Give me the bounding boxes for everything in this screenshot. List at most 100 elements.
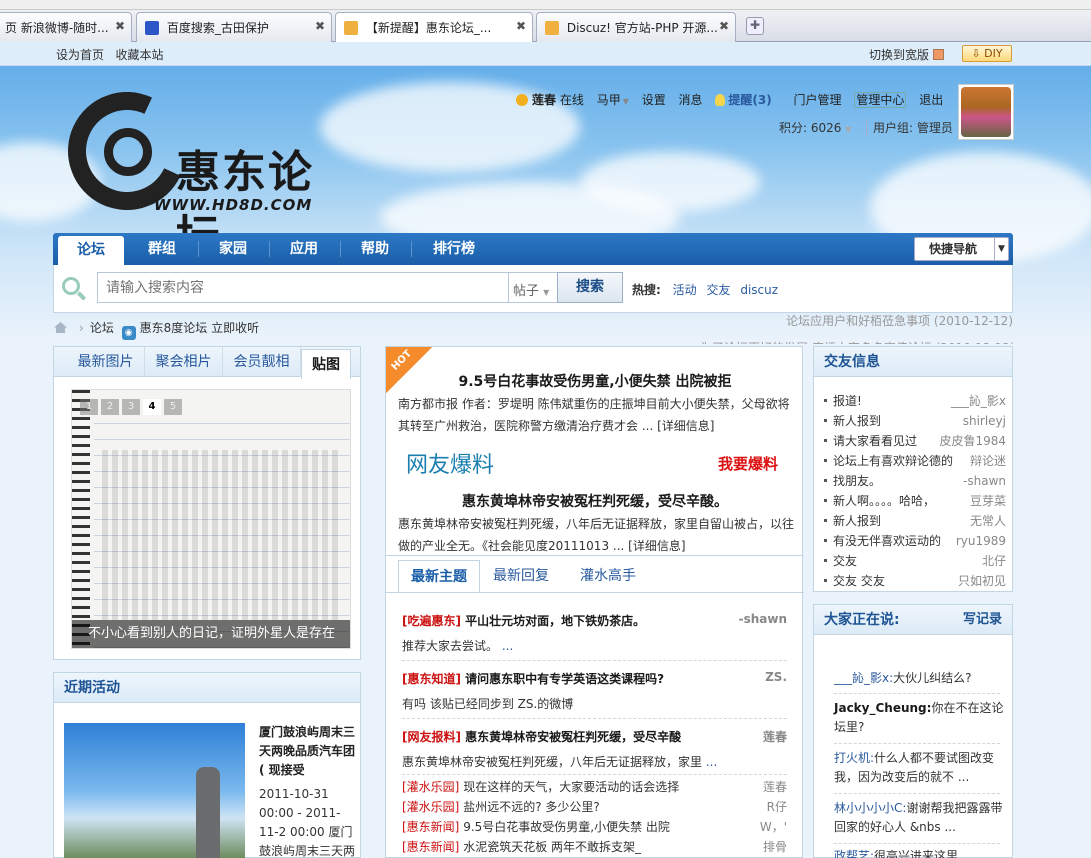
nav-item-apps[interactable]: 应用 (271, 233, 337, 265)
tab-latest-replies[interactable]: 最新回复 (480, 560, 562, 592)
friends-item[interactable]: 交友 北仔 (824, 551, 1006, 571)
thread-author[interactable]: ZS. (765, 670, 787, 684)
headline-1[interactable]: 9.5号白花事故受伤男童,小便失禁 出院被拒 (386, 371, 804, 391)
friends-author[interactable]: shirleyj (963, 411, 1006, 431)
hot-search-link[interactable]: 活动 (673, 283, 697, 297)
friends-author[interactable]: 无常人 (970, 511, 1006, 531)
quick-nav-button[interactable]: 快捷导航 ▼ (914, 237, 1009, 261)
logout-link[interactable]: 退出 (919, 93, 943, 107)
breadcrumb-forum[interactable]: 论坛 (90, 321, 114, 335)
doing-author[interactable]: 林小小小小C: (834, 801, 906, 815)
more-link[interactable]: ... (706, 755, 717, 769)
doing-author[interactable]: ___訫_影x: (834, 671, 893, 685)
activity-image[interactable] (64, 723, 245, 858)
thread-author[interactable]: 莲春 (763, 777, 787, 797)
site-logo[interactable]: 惠东论坛 WWW.HD8D.COM (51, 75, 358, 262)
close-icon[interactable]: ✖ (516, 19, 526, 33)
friends-author[interactable]: 豆芽菜 (970, 491, 1006, 511)
avatar[interactable] (958, 84, 1014, 140)
friends-author[interactable]: ___訫_影x (951, 391, 1006, 411)
thread-author[interactable]: -shawn (739, 612, 787, 626)
hot-search-link[interactable]: discuz (740, 283, 778, 297)
friends-item[interactable]: 新人报到 无常人 (824, 511, 1006, 531)
featured-thread[interactable]: [惠东知道] 请问惠东职中有专学英语这类课程吗? ZS. 有吗 该贴已经同步到 … (402, 670, 787, 712)
alias-dropdown[interactable]: 马甲 ▼ (597, 93, 629, 107)
close-icon[interactable]: ✖ (719, 19, 729, 33)
search-input[interactable] (97, 272, 509, 303)
featured-thread[interactable]: [吃遍惠东] 平山壮元坊对面，地下铁奶茶店。 -shawn 推荐大家去尝试。 .… (402, 612, 787, 654)
thread-category[interactable]: [惠东新闻] (402, 840, 459, 854)
nav-item-group[interactable]: 群组 (129, 233, 195, 265)
friends-item[interactable]: 交友 交友 只如初见 (824, 571, 1006, 591)
slide-page-2[interactable]: 2 (101, 399, 119, 415)
thread-category[interactable]: [吃遍惠东] (402, 614, 461, 628)
new-tab-button[interactable]: ✚ (746, 17, 764, 35)
doing-author[interactable]: Jacky_Cheung: (834, 701, 931, 715)
search-button[interactable]: 搜索 (557, 272, 623, 303)
thread-title[interactable]: 现在这样的天气，大家要活动的话会选择 (463, 780, 679, 794)
photo-slide[interactable]: 12345 不小心看到别人的日记，证明外星人是存在 (71, 389, 351, 649)
friends-author[interactable]: 皮皮鲁1984 (939, 431, 1006, 451)
nav-item-ranking[interactable]: 排行榜 (415, 233, 493, 265)
slide-page-1[interactable]: 1 (80, 399, 98, 415)
announcement-scroller[interactable]: 论坛应用户和好栢莅急事项 (2010-12-12) 为了论坛更好的发展,麻烦大家… (700, 308, 1013, 344)
thread-title[interactable]: 盐州远不远的? 多少公里? (463, 800, 600, 814)
bookmark-site-link[interactable]: 收藏本站 (115, 48, 163, 62)
wide-mode-link[interactable]: 切换到宽版 (869, 48, 929, 62)
report-link[interactable]: 我要爆料 (718, 453, 778, 474)
friends-item[interactable]: 论坛上有喜欢辩论德的 辩论迷 (824, 451, 1006, 471)
friends-author[interactable]: -shawn (963, 471, 1006, 491)
thread-author[interactable]: W，' (760, 817, 787, 837)
thread-list-item[interactable]: [灌水乐园] 现在这样的天气，大家要活动的话会选择 莲春 (402, 777, 787, 797)
score-dropdown[interactable]: 积分: 6026 ▼ (779, 119, 851, 136)
messages-link[interactable]: 消息 (679, 93, 703, 107)
tab-party-photos[interactable]: 聚会相片 (145, 347, 223, 377)
tab-latest-photos[interactable]: 最新图片 (67, 347, 145, 377)
friends-item[interactable]: 找朋友。 -shawn (824, 471, 1006, 491)
thread-category[interactable]: [灌水乐园] (402, 800, 459, 814)
user-name-link[interactable]: 莲春 在线 (516, 93, 584, 107)
tab-top-posters[interactable]: 灌水高手 (562, 560, 654, 592)
browser-tab-discuz[interactable]: Discuz! 官方站-PHP 开源... ✖ (536, 12, 736, 42)
announcement-item[interactable]: 为了论坛更好的发展,麻烦大家多多宣传论坛 (2010-12-12) (700, 335, 1013, 344)
thread-category[interactable]: [惠东新闻] (402, 820, 459, 834)
doing-author[interactable]: 政帮艺: (834, 849, 874, 858)
nav-item-help[interactable]: 帮助 (342, 233, 408, 265)
friends-item[interactable]: 新人啊。。。。哈哈， 豆芽菜 (824, 491, 1006, 511)
browser-tab-weibo[interactable]: 页 新浪微博-随时... ✖ (0, 12, 132, 42)
close-icon[interactable]: ✖ (315, 19, 325, 33)
set-homepage-link[interactable]: 设为首页 (56, 48, 104, 62)
tab-posted-photos[interactable]: 贴图 (301, 349, 351, 379)
tab-member-photos[interactable]: 会员靓相 (223, 347, 301, 377)
thread-list-item[interactable]: [灌水乐园] 盐州远不远的? 多少公里? R仔 (402, 797, 787, 817)
thread-category[interactable]: [网友报料] (402, 730, 461, 744)
thread-title[interactable]: 平山壮元坊对面，地下铁奶茶店。 (465, 614, 645, 628)
friends-author[interactable]: 只如初见 (958, 571, 1006, 591)
hot-search-link[interactable]: 交友 (706, 283, 730, 297)
browser-tab-huidong[interactable]: 【新提醒】惠东论坛_... ✖ (335, 12, 533, 43)
thread-author[interactable]: 排骨 (763, 837, 787, 857)
thread-title[interactable]: 请问惠东职中有专学英语这类课程吗? (465, 672, 664, 686)
portal-admin-link[interactable]: 门户管理 (794, 93, 842, 107)
more-link[interactable]: ... (502, 639, 513, 653)
headline-2[interactable]: 惠东黄埠林帝安被冤枉判死缓，受尽辛酸。 (386, 491, 804, 511)
friends-author[interactable]: 北仔 (982, 551, 1006, 571)
thread-category[interactable]: [灌水乐园] (402, 780, 459, 794)
nav-item-home[interactable]: 家园 (200, 233, 266, 265)
search-type-select[interactable]: 帖子 ▼ (508, 272, 558, 303)
featured-thread[interactable]: [网友报料] 惠东黄埠林帝安被冤枉判死缓，受尽辛酸 莲春 惠东黄埠林帝安被冤枉判… (402, 728, 787, 770)
slide-page-3[interactable]: 3 (122, 399, 140, 415)
activity-event-title[interactable]: 厦门鼓浪屿周末三天两晚品质汽车团 ( 现接受 (259, 723, 355, 780)
slide-page-4[interactable]: 4 (143, 399, 161, 415)
doing-author[interactable]: 打火机: (834, 751, 874, 765)
thread-author[interactable]: 莲春 (763, 728, 787, 745)
friends-author[interactable]: ryu1989 (956, 531, 1006, 551)
thread-list-item[interactable]: [惠东新闻] 9.5号白花事故受伤男童,小便失禁 出院 W，' (402, 817, 787, 837)
subscribe-link[interactable]: 立即收听 (211, 321, 259, 335)
diy-button[interactable]: ⇩ DIY (962, 45, 1012, 62)
thread-category[interactable]: [惠东知道] (402, 672, 461, 686)
announcement-item[interactable]: 论坛应用户和好栢莅急事项 (2010-12-12) (700, 308, 1013, 335)
thread-list-item[interactable]: [惠东新闻] 水泥瓷筑天花板 两年不敢拆支架_ 排骨 (402, 837, 787, 857)
close-icon[interactable]: ✖ (115, 19, 125, 33)
site-weibo-link[interactable]: 惠东8度论坛 (140, 321, 208, 335)
